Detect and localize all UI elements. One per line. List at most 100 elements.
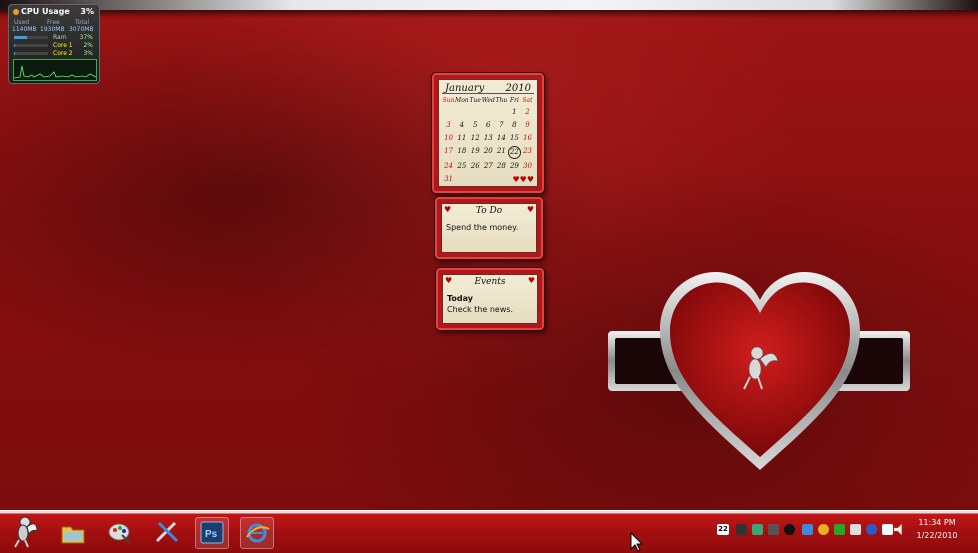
calendar-day xyxy=(442,107,455,118)
clock-date: 1/22/2010 xyxy=(916,531,958,540)
todo-paper: ♥ ♥ To Do Spend the money. xyxy=(441,203,537,253)
cpu-gadget-title: CPU Usage xyxy=(21,7,70,16)
events-heading: Today xyxy=(447,294,473,303)
ram-value: 37% xyxy=(79,34,93,41)
calendar-day[interactable]: 5 xyxy=(469,120,482,131)
calendar-day[interactable]: 2 xyxy=(521,107,534,118)
calendar-day[interactable]: 23 xyxy=(521,146,534,157)
calendar-day[interactable]: 15 xyxy=(508,133,521,144)
network-tray-icon[interactable] xyxy=(752,524,763,535)
calendar-day[interactable]: 26 xyxy=(469,161,482,172)
device-tray-icon[interactable] xyxy=(768,524,779,535)
calendar-day-today[interactable]: 22 xyxy=(507,146,521,159)
top-shadow xyxy=(0,10,978,18)
cpu-usage-gadget[interactable]: CPU Usage 3% Used Free Total 1140MB 1930… xyxy=(8,4,100,84)
todo-item[interactable]: Spend the money. xyxy=(446,222,518,233)
calendar-day xyxy=(482,174,495,185)
calendar-day[interactable]: 11 xyxy=(455,133,469,144)
taskbar-explorer-icon[interactable] xyxy=(57,517,89,547)
calendar-day[interactable]: 14 xyxy=(495,133,508,144)
messenger-tray-icon[interactable] xyxy=(818,524,829,535)
calendar-day[interactable]: 4 xyxy=(455,120,469,131)
core2-value: 3% xyxy=(83,50,93,57)
calendar-day[interactable]: 6 xyxy=(482,120,495,131)
events-paper: ♥ ♥ Events Today Check the news. xyxy=(442,274,538,324)
core1-value: 2% xyxy=(83,42,93,49)
calendar-day[interactable]: 9 xyxy=(521,120,534,131)
events-item[interactable]: Check the news. xyxy=(447,305,513,314)
display-tray-icon[interactable] xyxy=(882,524,893,535)
calendar-day[interactable]: 16 xyxy=(521,133,534,144)
weekday-label: Thu xyxy=(495,97,508,104)
todo-gadget[interactable]: ♥ ♥ To Do Spend the money. xyxy=(435,197,543,259)
calendar-day[interactable]: 17 xyxy=(442,146,455,157)
clock-time: 11:34 PM xyxy=(918,518,956,527)
weekday-label: Tue xyxy=(469,97,481,104)
calendar-day[interactable]: 7 xyxy=(495,120,508,131)
calendar-day[interactable]: 18 xyxy=(455,146,469,157)
core1-row: Core 1 2% xyxy=(53,42,93,50)
calendar-gadget[interactable]: January 2010 Sun Mon Tue Wed Thu Fri Sat 1 2 3 4 5 6… xyxy=(432,73,544,193)
calendar-day xyxy=(455,107,469,118)
calendar-day[interactable]: 30 xyxy=(521,161,534,172)
sync-tray-icon[interactable] xyxy=(802,524,813,535)
calendar-day[interactable]: 8 xyxy=(508,120,521,131)
header-divider xyxy=(442,93,534,94)
calendar-day[interactable]: 25 xyxy=(455,161,469,172)
calendar-day xyxy=(482,107,495,118)
system-tray: 22 xyxy=(714,522,904,540)
cpu-percent: 3% xyxy=(80,7,94,16)
taskbar-tools-icon[interactable] xyxy=(151,517,183,547)
calendar-day[interactable]: 13 xyxy=(482,133,495,144)
taskbar-photoshop-icon[interactable]: Ps xyxy=(195,517,229,549)
total-value: 3070MB xyxy=(69,26,94,33)
start-button-cupid-icon[interactable] xyxy=(8,513,38,549)
calendar-day xyxy=(495,174,508,185)
screen-top-border xyxy=(0,0,978,10)
core2-label: Core 2 xyxy=(53,50,73,57)
ram-label: Ram xyxy=(53,34,67,41)
ram-bar xyxy=(14,36,48,39)
taskbar-paint-icon[interactable] xyxy=(104,517,136,547)
help-tray-icon[interactable] xyxy=(866,524,877,535)
calendar-day[interactable]: 10 xyxy=(442,133,455,144)
events-title: Events xyxy=(474,277,506,287)
core1-bar xyxy=(14,44,48,47)
weekday-label: Wed xyxy=(481,97,495,104)
calendar-day[interactable]: 27 xyxy=(482,161,495,172)
security-tray-icon[interactable] xyxy=(834,524,845,535)
calendar-day xyxy=(469,107,482,118)
calendar-day[interactable]: 21 xyxy=(495,146,508,157)
calendar-day[interactable]: 3 xyxy=(442,120,455,131)
todo-title: To Do xyxy=(475,206,503,216)
calendar-day[interactable]: 29 xyxy=(508,161,521,172)
heart-wallpaper-art xyxy=(608,272,910,470)
calendar-day[interactable]: 28 xyxy=(495,161,508,172)
calendar-day xyxy=(469,174,482,185)
weekday-label: Sat xyxy=(522,97,533,104)
mouse-cursor-icon xyxy=(630,532,644,552)
core2-row: Core 2 3% xyxy=(53,50,93,58)
calendar-day[interactable]: 20 xyxy=(482,146,495,157)
calendar-day[interactable]: 12 xyxy=(469,133,482,144)
calendar-tray-icon[interactable]: 22 xyxy=(717,524,729,535)
cpu-icon xyxy=(13,9,19,15)
monitor-tray-icon[interactable] xyxy=(850,524,861,535)
weekday-label: Sun xyxy=(442,97,455,104)
core2-bar xyxy=(14,52,48,55)
phone-tray-icon[interactable] xyxy=(736,524,747,535)
calendar-day[interactable]: 24 xyxy=(442,161,455,172)
calendar-grid: Sun Mon Tue Wed Thu Fri Sat 1 2 3 4 5 6 7 8 9 10 11 12 13 14… xyxy=(442,96,534,185)
calendar-day[interactable]: 31 xyxy=(442,174,455,185)
ram-row: Ram 37% xyxy=(53,34,93,42)
calendar-day xyxy=(455,174,469,185)
taskbar-clock[interactable]: 11:34 PM 1/22/2010 xyxy=(904,516,970,542)
events-gadget[interactable]: ♥ ♥ Events Today Check the news. xyxy=(436,268,544,330)
media-tray-icon[interactable] xyxy=(784,524,795,535)
svg-text:Ps: Ps xyxy=(205,529,218,540)
calendar-day[interactable]: 19 xyxy=(469,146,482,157)
events-content: Today Check the news. xyxy=(447,293,513,315)
weekday-label: Mon xyxy=(455,97,469,104)
calendar-day[interactable]: 1 xyxy=(508,107,521,118)
taskbar-internet-explorer-icon[interactable] xyxy=(240,517,274,549)
